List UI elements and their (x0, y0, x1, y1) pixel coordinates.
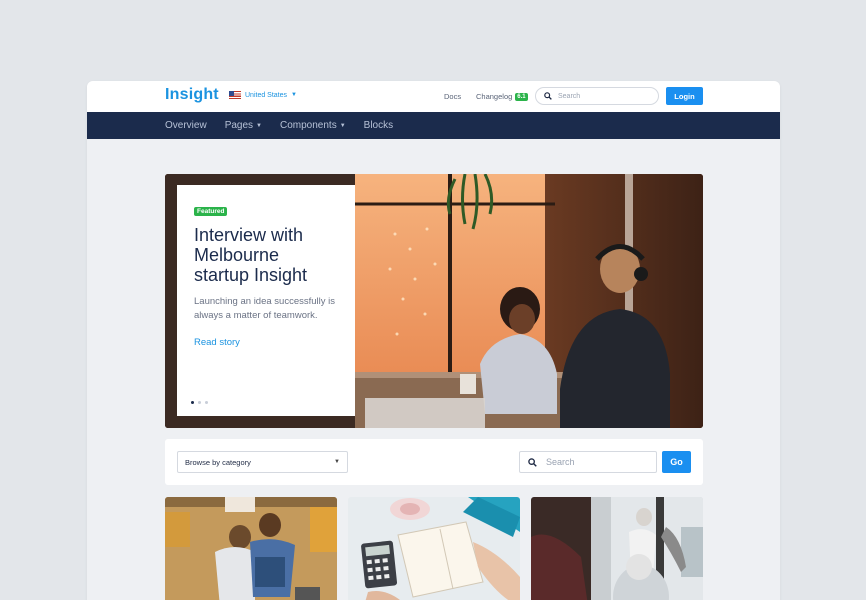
article-card-image (531, 497, 703, 600)
changelog-version-badge: 6.1 (515, 92, 528, 101)
us-flag-icon (229, 91, 241, 99)
caret-down-icon: ▼ (334, 459, 340, 465)
hero-subtitle: Launching an idea successfully is always… (194, 296, 336, 321)
nav-item-overview[interactable]: Overview (165, 120, 207, 131)
filter-search-placeholder: Search (546, 457, 575, 467)
caret-down-icon: ▼ (291, 92, 297, 98)
browser-window: Insight United States ▼ Docs Changelog 6… (87, 81, 780, 600)
carousel-indicators (191, 401, 208, 404)
nav-item-label: Blocks (363, 120, 394, 131)
read-story-link[interactable]: Read story (194, 337, 338, 348)
article-card[interactable] (531, 497, 703, 600)
go-button[interactable]: Go (662, 451, 691, 473)
nav-item-components[interactable]: Components ▼ (280, 120, 346, 131)
article-card[interactable] (165, 497, 337, 600)
featured-hero: Featured Interview with Melbourne startu… (165, 174, 703, 428)
article-card-image (348, 497, 520, 600)
login-button[interactable]: Login (666, 87, 703, 105)
brand-logo[interactable]: Insight (165, 86, 219, 104)
caret-down-icon: ▼ (339, 122, 346, 129)
header-search-input[interactable]: Search (535, 87, 659, 105)
nav-item-blocks[interactable]: Blocks (364, 120, 393, 131)
country-selector[interactable]: United States ▼ (229, 91, 297, 99)
main-nav: Overview Pages ▼ Components ▼ Blocks (87, 112, 780, 139)
filter-bar: Browse by category ▼ Search Go (165, 439, 703, 485)
carousel-dot-2[interactable] (198, 401, 201, 404)
carousel-dot-1[interactable] (191, 401, 194, 404)
nav-item-label: Overview (165, 120, 207, 131)
nav-item-pages[interactable]: Pages ▼ (225, 120, 262, 131)
docs-link[interactable]: Docs (444, 92, 461, 101)
filter-search-input[interactable]: Search (519, 451, 657, 473)
category-select[interactable]: Browse by category ▼ (177, 451, 348, 473)
featured-badge: Featured (194, 207, 228, 216)
nav-item-label: Components (280, 120, 337, 131)
changelog-label: Changelog (476, 92, 513, 101)
nav-item-label: Pages (224, 120, 254, 131)
country-label: United States (245, 91, 288, 99)
article-card[interactable] (348, 497, 520, 600)
hero-title: Interview with Melbourne startup Insight (194, 225, 308, 285)
top-bar: Insight United States ▼ Docs Changelog 6… (87, 81, 780, 112)
carousel-dot-3[interactable] (205, 401, 208, 404)
header-search-placeholder: Search (558, 92, 581, 100)
article-card-image (165, 497, 337, 600)
changelog-link[interactable]: Changelog 6.1 (476, 92, 528, 101)
caret-down-icon: ▼ (256, 122, 262, 129)
category-select-value: Browse by category (185, 457, 251, 467)
hero-card: Featured Interview with Melbourne startu… (177, 185, 355, 416)
search-icon (528, 457, 537, 467)
search-icon (544, 92, 552, 100)
